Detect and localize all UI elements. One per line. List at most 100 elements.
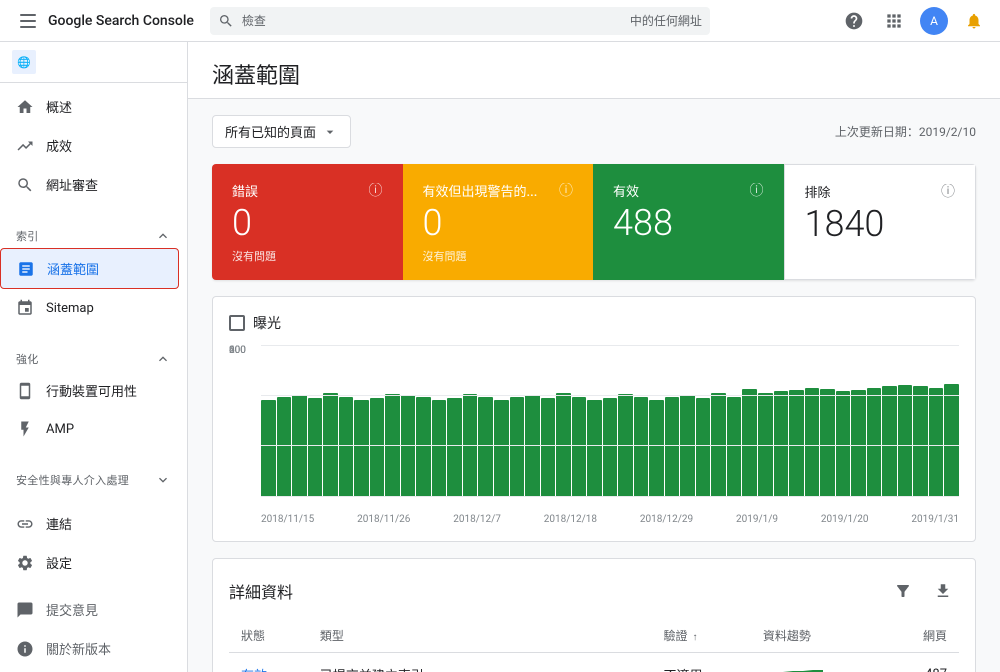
filter-label: 所有已知的頁面 <box>225 122 316 141</box>
download-icon-btn[interactable] <box>927 575 959 607</box>
search-bar: 檢查 中的任何網址 <box>210 7 710 35</box>
sidebar-item-performance[interactable]: 成效 <box>0 126 179 165</box>
excluded-info-icon[interactable]: ⓘ <box>941 181 955 201</box>
index-section-label: 索引 <box>16 228 39 244</box>
chart-bar <box>323 393 338 497</box>
chart-bar <box>789 390 804 496</box>
last-updated: 上次更新日期：2019/2/10 <box>835 123 976 140</box>
x-label-4: 2018/12/29 <box>640 514 693 525</box>
chart-bar <box>742 389 757 497</box>
chart-bar <box>308 398 323 497</box>
feedback-icon <box>16 601 34 619</box>
warning-card-subtitle: 沒有問題 <box>423 248 574 264</box>
chart-bar <box>416 397 431 497</box>
chart-bar <box>478 397 493 497</box>
table-section: 詳細資料 狀態 類型 驗 <box>212 558 976 672</box>
chart-checkbox[interactable] <box>229 315 245 331</box>
warning-info-icon[interactable]: ⓘ <box>559 180 573 200</box>
warning-card-number: 0 <box>423 204 574 244</box>
chart-bar <box>711 393 726 497</box>
row1-pages: 487 <box>883 652 959 672</box>
help-icon-btn[interactable] <box>836 3 872 39</box>
search-input[interactable] <box>274 13 622 28</box>
trend-line-1 <box>763 663 823 672</box>
status-card-excluded[interactable]: 排除 ⓘ 1840 <box>784 164 977 280</box>
table-header: 詳細資料 <box>229 575 959 607</box>
page-title: 涵蓋範圍 <box>212 58 976 90</box>
enhance-section-label: 強化 <box>16 351 39 367</box>
search-prefix: 檢查 <box>242 12 266 29</box>
apps-icon-btn[interactable] <box>876 3 912 39</box>
property-icon: 🌐 <box>12 50 36 74</box>
enhance-section: 強化 行動裝置可用性 AMP <box>0 339 187 452</box>
chart-bar <box>929 388 944 497</box>
sidebar-item-url-inspection[interactable]: 網址審查 <box>0 165 179 204</box>
topbar-right: A <box>836 3 992 39</box>
chart-bar <box>541 398 556 497</box>
x-label-2: 2018/12/7 <box>453 514 501 525</box>
status-card-valid[interactable]: 有效 ⓘ 488 <box>593 164 784 280</box>
chart-bar <box>292 395 307 496</box>
valid-info-icon[interactable]: ⓘ <box>750 180 764 200</box>
app-logo[interactable]: Google Search Console <box>48 13 194 29</box>
sidebar-item-links[interactable]: 連結 <box>0 504 179 543</box>
chart-bar <box>680 395 695 496</box>
index-section-header[interactable]: 索引 <box>0 220 187 248</box>
sidebar-item-mobile[interactable]: 行動裝置可用性 <box>0 371 179 410</box>
x-axis: 2018/11/15 2018/11/26 2018/12/7 2018/12/… <box>261 514 959 525</box>
sidebar-item-new-version[interactable]: 關於新版本 <box>0 629 187 668</box>
col-pages: 網頁 <box>883 619 959 653</box>
valid-card-title: 有效 ⓘ <box>613 180 764 200</box>
menu-icon[interactable] <box>8 1 48 41</box>
status-card-warning[interactable]: 有效但出現警告的... ⓘ 0 沒有問題 <box>403 164 594 280</box>
row1-status: 有效 <box>229 652 308 672</box>
filter-dropdown[interactable]: 所有已知的頁面 <box>212 115 351 148</box>
row1-trend <box>751 652 883 672</box>
chart-bar <box>354 400 369 496</box>
chart-bar <box>898 385 913 496</box>
sidebar-item-feedback[interactable]: 提交意見 <box>0 590 187 629</box>
main-nav-section: 概述 成效 網址審查 <box>0 83 187 208</box>
status-card-error[interactable]: 錯誤 ⓘ 0 沒有問題 <box>212 164 403 280</box>
enhance-section-header[interactable]: 強化 <box>0 343 187 371</box>
table-row: 有效 已提交並建立索引 不適用 487 <box>229 652 959 672</box>
chart-bar <box>432 400 447 496</box>
security-section-label: 安全性與專人介入處理 <box>16 472 129 488</box>
app-name: Google Search Console <box>48 13 194 29</box>
chart-bar <box>370 398 385 497</box>
error-info-icon[interactable]: ⓘ <box>369 180 383 200</box>
sidebar-item-coverage-label: 涵蓋範圍 <box>47 259 99 278</box>
sidebar-item-overview-label: 概述 <box>46 97 72 116</box>
sidebar-item-old-version[interactable]: 前往舊版 <box>0 668 187 672</box>
mobile-icon <box>16 382 34 400</box>
sidebar-item-sitemap[interactable]: Sitemap <box>0 289 179 327</box>
filter-icon-btn[interactable] <box>887 575 919 607</box>
sidebar-item-amp[interactable]: AMP <box>0 410 179 448</box>
status-cards: 錯誤 ⓘ 0 沒有問題 有效但出現警告的... ⓘ 0 沒有問題 <box>212 164 976 280</box>
index-section: 索引 涵蓋範圍 Sitemap <box>0 216 187 331</box>
amp-icon <box>16 420 34 438</box>
help-icon <box>844 11 864 31</box>
sidebar: 🌐 概述 成效 網址審查 <box>0 42 188 672</box>
account-icon-btn[interactable]: A <box>916 3 952 39</box>
main-layout: 🌐 概述 成效 網址審查 <box>0 42 1000 672</box>
x-label-1: 2018/11/26 <box>357 514 410 525</box>
extra-icon-btn[interactable] <box>956 3 992 39</box>
sidebar-item-settings[interactable]: 設定 <box>0 543 179 582</box>
row1-validation: 不適用 <box>652 652 751 672</box>
apps-icon <box>884 11 904 31</box>
y-label-0: 0 <box>229 345 235 356</box>
sidebar-item-feedback-label: 提交意見 <box>46 600 98 619</box>
excluded-card-title: 排除 ⓘ <box>805 181 956 201</box>
chart-bar <box>277 397 292 497</box>
chart-bar <box>587 400 602 496</box>
chart-bar <box>572 397 587 497</box>
avatar: A <box>920 7 948 35</box>
sidebar-item-mobile-label: 行動裝置可用性 <box>46 381 137 400</box>
sidebar-item-performance-label: 成效 <box>46 136 72 155</box>
coverage-icon <box>17 260 35 278</box>
property-selector[interactable]: 🌐 <box>0 42 187 83</box>
sidebar-item-coverage[interactable]: 涵蓋範圍 <box>0 248 179 289</box>
sidebar-item-overview[interactable]: 概述 <box>0 87 179 126</box>
security-section-header[interactable]: 安全性與專人介入處理 <box>0 464 187 492</box>
